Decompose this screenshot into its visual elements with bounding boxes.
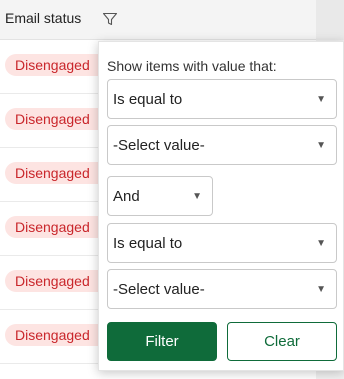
filter-popup-title: Show items with value that: <box>107 58 277 74</box>
logic-value: And <box>113 188 140 205</box>
operator-1-value: Is equal to <box>113 91 183 108</box>
grid-header: Email status <box>0 0 316 40</box>
chevron-down-icon: ▼ <box>316 94 326 105</box>
value-2-select[interactable]: -Select value- ▼ <box>107 269 337 309</box>
operator-2-value: Is equal to <box>113 235 183 252</box>
chevron-down-icon: ▼ <box>192 191 202 202</box>
filter-funnel-icon[interactable] <box>102 11 118 27</box>
operator-1-select[interactable]: Is equal to ▼ <box>107 79 337 119</box>
filter-button[interactable]: Filter <box>107 322 217 361</box>
chevron-down-icon: ▼ <box>316 284 326 295</box>
scrollbar-header-corner <box>316 0 344 40</box>
column-header-email-status[interactable]: Email status <box>5 10 81 26</box>
logic-select[interactable]: And ▼ <box>107 176 213 216</box>
value-1-select[interactable]: -Select value- ▼ <box>107 125 337 165</box>
clear-button[interactable]: Clear <box>227 322 337 361</box>
chevron-down-icon: ▼ <box>316 140 326 151</box>
operator-2-select[interactable]: Is equal to ▼ <box>107 223 337 263</box>
value-2-value: -Select value- <box>113 281 205 298</box>
value-1-value: -Select value- <box>113 137 205 154</box>
chevron-down-icon: ▼ <box>316 238 326 249</box>
filter-popup: Show items with value that: Is equal to … <box>98 41 344 371</box>
